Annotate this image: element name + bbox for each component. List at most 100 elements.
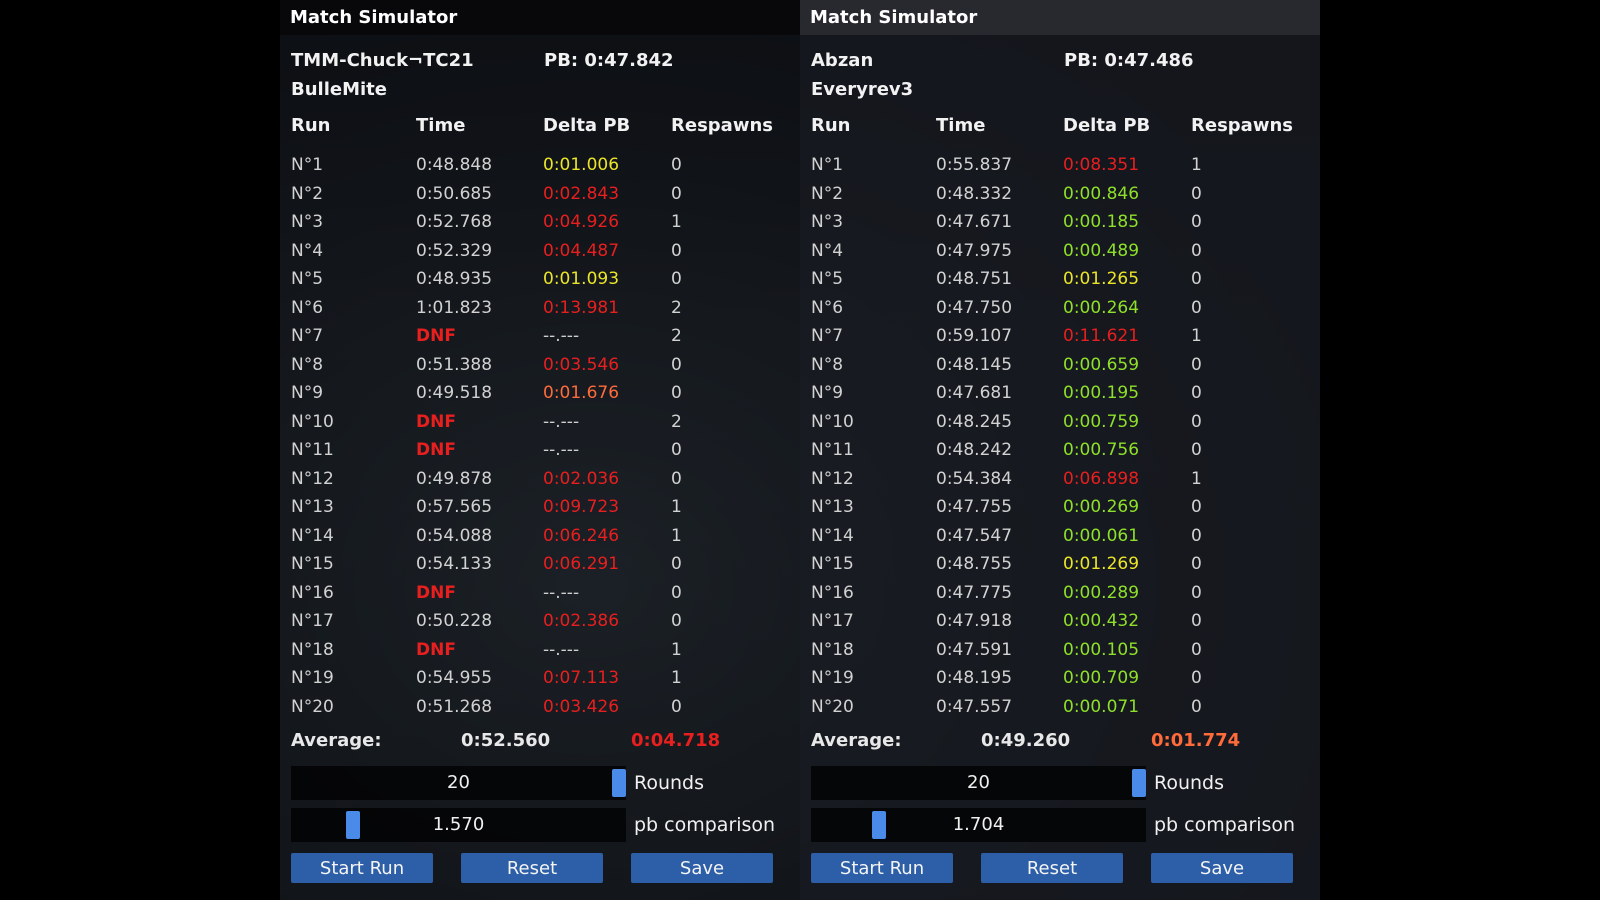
run-time: 0:47.750 xyxy=(936,297,1013,318)
start-run-button[interactable]: Start Run xyxy=(291,853,433,883)
table-row: N°17 0:47.918 0:00.432 0 xyxy=(811,607,1291,635)
pb-comparison-slider-handle[interactable] xyxy=(871,811,886,839)
run-respawns: 0 xyxy=(1191,696,1202,717)
table-row: N°5 0:48.751 0:01.265 0 xyxy=(811,265,1291,293)
run-number: N°15 xyxy=(811,554,854,574)
run-respawns: 0 xyxy=(671,440,682,460)
run-respawns: 0 xyxy=(1191,297,1202,318)
run-number: N°15 xyxy=(291,554,334,574)
run-number: N°4 xyxy=(291,240,324,261)
run-respawns: 0 xyxy=(1191,554,1202,574)
pb-comparison-value: 1.570 xyxy=(432,814,485,835)
run-delta-pb: 0:06.291 xyxy=(543,554,620,574)
run-delta-pb: 0:00.289 xyxy=(1063,582,1140,603)
pb-comparison-slider[interactable]: 1.570 xyxy=(291,808,626,842)
table-row: N°18 DNF --.--- 1 xyxy=(291,636,771,664)
run-respawns: 0 xyxy=(1191,411,1202,432)
run-respawns: 0 xyxy=(1191,582,1202,603)
run-respawns: 0 xyxy=(1191,183,1202,204)
player-name: TMM-Chuck¬TC21 xyxy=(291,50,474,71)
table-row: N°6 1:01.823 0:13.981 2 xyxy=(291,294,771,322)
table-row: N°20 0:51.268 0:03.426 0 xyxy=(291,693,771,721)
run-delta-pb: 0:04.487 xyxy=(543,240,620,261)
match-simulator-panel-left: Match Simulator TMM-Chuck¬TC21 PB: 0:47.… xyxy=(280,0,800,900)
run-respawns: 1 xyxy=(671,525,682,546)
run-respawns: 2 xyxy=(671,297,682,318)
save-button[interactable]: Save xyxy=(1151,853,1293,883)
run-respawns: 1 xyxy=(671,212,682,232)
run-delta-pb: 0:00.105 xyxy=(1063,639,1140,660)
table-row: N°10 DNF --.--- 2 xyxy=(291,408,771,436)
table-row: N°3 0:47.671 0:00.185 0 xyxy=(811,208,1291,236)
table-row: N°12 0:49.878 0:02.036 0 xyxy=(291,465,771,493)
run-respawns: 2 xyxy=(671,411,682,432)
run-delta-pb: 0:01.093 xyxy=(543,269,620,289)
header-respawns: Respawns xyxy=(1191,115,1293,136)
reset-button[interactable]: Reset xyxy=(461,853,603,883)
header-delta: Delta PB xyxy=(543,115,631,136)
run-time: 0:50.228 xyxy=(416,611,493,631)
run-time: 0:55.837 xyxy=(936,155,1013,175)
run-number: N°19 xyxy=(291,668,334,688)
run-time: 0:47.975 xyxy=(936,240,1013,261)
run-delta-pb: --.--- xyxy=(543,639,580,660)
table-row: N°9 0:49.518 0:01.676 0 xyxy=(291,379,771,407)
run-time: 0:48.848 xyxy=(416,155,493,175)
run-delta-pb: --.--- xyxy=(543,440,580,460)
run-delta-pb: 0:00.432 xyxy=(1063,611,1140,631)
run-respawns: 0 xyxy=(671,582,682,603)
run-number: N°17 xyxy=(811,611,854,631)
run-time: 0:48.195 xyxy=(936,668,1013,688)
run-time: DNF xyxy=(416,582,456,603)
run-time: 0:59.107 xyxy=(936,326,1013,346)
run-respawns: 0 xyxy=(1191,383,1202,403)
run-respawns: 0 xyxy=(671,611,682,631)
run-number: N°4 xyxy=(811,240,844,261)
run-respawns: 0 xyxy=(671,155,682,175)
run-number: N°11 xyxy=(811,440,854,460)
run-number: N°18 xyxy=(291,639,334,660)
run-respawns: 0 xyxy=(671,354,682,375)
run-delta-pb: 0:07.113 xyxy=(543,668,620,688)
run-delta-pb: 0:00.269 xyxy=(1063,497,1140,517)
run-delta-pb: 0:02.036 xyxy=(543,468,620,489)
pb-comparison-slider[interactable]: 1.704 xyxy=(811,808,1146,842)
rounds-slider[interactable]: 20 xyxy=(811,766,1146,800)
run-delta-pb: 0:09.723 xyxy=(543,497,620,517)
reset-button[interactable]: Reset xyxy=(981,853,1123,883)
pb-comparison-slider-handle[interactable] xyxy=(345,811,360,839)
table-row: N°5 0:48.935 0:01.093 0 xyxy=(291,265,771,293)
average-delta: 0:04.718 xyxy=(631,730,721,751)
run-delta-pb: --.--- xyxy=(543,411,580,432)
table-row: N°15 0:54.133 0:06.291 0 xyxy=(291,550,771,578)
window-title[interactable]: Match Simulator xyxy=(280,0,800,35)
run-respawns: 0 xyxy=(671,383,682,403)
save-button[interactable]: Save xyxy=(631,853,773,883)
run-delta-pb: 0:13.981 xyxy=(543,297,620,318)
start-run-button[interactable]: Start Run xyxy=(811,853,953,883)
run-delta-pb: 0:11.621 xyxy=(1063,326,1140,346)
run-number: N°7 xyxy=(291,326,324,346)
run-number: N°1 xyxy=(811,155,844,175)
rounds-slider-handle[interactable] xyxy=(1132,769,1146,797)
run-number: N°3 xyxy=(291,212,324,232)
run-number: N°12 xyxy=(811,468,854,489)
rounds-slider[interactable]: 20 xyxy=(291,766,626,800)
run-respawns: 0 xyxy=(1191,354,1202,375)
run-delta-pb: 0:01.265 xyxy=(1063,269,1140,289)
window-title[interactable]: Match Simulator xyxy=(800,0,1320,35)
run-number: N°20 xyxy=(291,696,334,717)
run-time: 0:47.557 xyxy=(936,696,1013,717)
run-number: N°2 xyxy=(291,183,324,204)
table-row: N°14 0:54.088 0:06.246 1 xyxy=(291,522,771,550)
run-time: 0:48.751 xyxy=(936,269,1013,289)
average-row: Average: 0:52.560 0:04.718 xyxy=(291,730,771,756)
run-time: DNF xyxy=(416,411,456,432)
run-delta-pb: 0:00.061 xyxy=(1063,525,1140,546)
run-number: N°19 xyxy=(811,668,854,688)
table-row: N°1 0:55.837 0:08.351 1 xyxy=(811,151,1291,179)
rounds-slider-handle[interactable] xyxy=(612,769,626,797)
table-row: N°9 0:47.681 0:00.195 0 xyxy=(811,379,1291,407)
header-delta: Delta PB xyxy=(1063,115,1151,136)
run-number: N°2 xyxy=(811,183,844,204)
